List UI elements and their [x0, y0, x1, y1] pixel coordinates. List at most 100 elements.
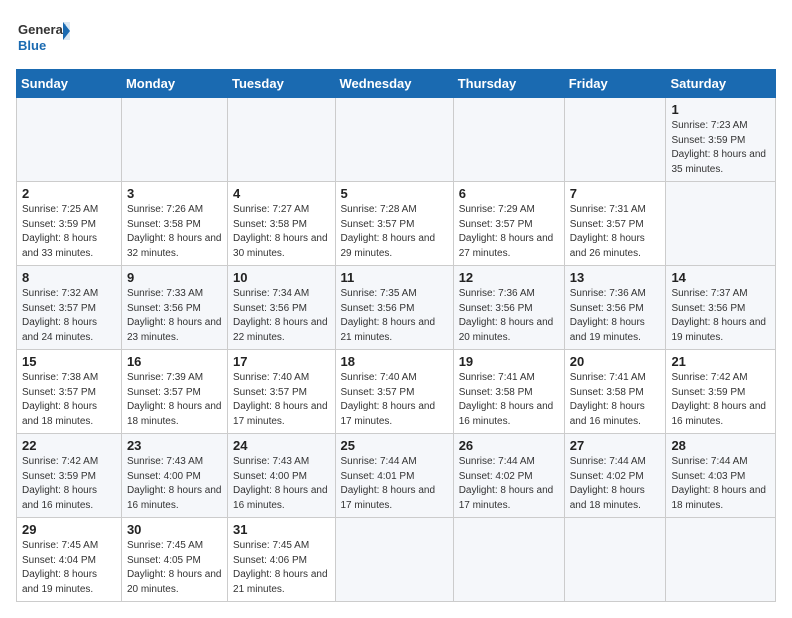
- calendar-cell: 29 Sunrise: 7:45 AMSunset: 4:04 PMDayligh…: [17, 518, 122, 602]
- day-number: 2: [22, 186, 116, 201]
- day-number: 25: [341, 438, 448, 453]
- calendar-cell: [228, 98, 335, 182]
- day-number: 28: [671, 438, 770, 453]
- day-number: 4: [233, 186, 329, 201]
- day-info: Sunrise: 7:41 AMSunset: 3:58 PMDaylight:…: [459, 371, 559, 429]
- day-info: Sunrise: 7:32 AMSunset: 3:57 PMDaylight:…: [22, 287, 116, 345]
- day-info: Sunrise: 7:37 AMSunset: 3:56 PMDaylight:…: [671, 287, 770, 345]
- calendar-week-row: 29 Sunrise: 7:45 AMSunset: 4:04 PMDayligh…: [17, 518, 776, 602]
- calendar-cell: [453, 98, 564, 182]
- day-header-wednesday: Wednesday: [335, 70, 453, 98]
- calendar-cell: 17 Sunrise: 7:40 AMSunset: 3:57 PMDayligh…: [228, 350, 335, 434]
- day-number: 10: [233, 270, 329, 285]
- calendar-cell: 16 Sunrise: 7:39 AMSunset: 3:57 PMDayligh…: [121, 350, 227, 434]
- day-info: Sunrise: 7:44 AMSunset: 4:02 PMDaylight:…: [570, 455, 661, 513]
- day-header-friday: Friday: [564, 70, 666, 98]
- day-number: 29: [22, 522, 116, 537]
- calendar-cell: 18 Sunrise: 7:40 AMSunset: 3:57 PMDayligh…: [335, 350, 453, 434]
- day-number: 26: [459, 438, 559, 453]
- calendar-cell: 9 Sunrise: 7:33 AMSunset: 3:56 PMDaylight…: [121, 266, 227, 350]
- day-number: 7: [570, 186, 661, 201]
- calendar-cell: 8 Sunrise: 7:32 AMSunset: 3:57 PMDaylight…: [17, 266, 122, 350]
- calendar-cell: 11Sunrise: 7:35 AMSunset: 3:56 PMDayligh…: [335, 266, 453, 350]
- calendar-cell: 1Sunrise: 7:23 AMSunset: 3:59 PMDaylight…: [666, 98, 776, 182]
- calendar-cell: [335, 518, 453, 602]
- calendar-week-row: 2 Sunrise: 7:25 AMSunset: 3:59 PMDaylight…: [17, 182, 776, 266]
- calendar-cell: 26 Sunrise: 7:44 AMSunset: 4:02 PMDayligh…: [453, 434, 564, 518]
- day-header-sunday: Sunday: [17, 70, 122, 98]
- day-number: 30: [127, 522, 222, 537]
- day-number: 3: [127, 186, 222, 201]
- day-number: 18: [341, 354, 448, 369]
- day-info: Sunrise: 7:36 AMSunset: 3:56 PMDaylight:…: [570, 287, 661, 345]
- day-info: Sunrise: 7:45 AMSunset: 4:04 PMDaylight:…: [22, 539, 116, 597]
- day-number: 21: [671, 354, 770, 369]
- calendar-cell: 14 Sunrise: 7:37 AMSunset: 3:56 PMDayligh…: [666, 266, 776, 350]
- calendar-cell: 12Sunrise: 7:36 AMSunset: 3:56 PMDayligh…: [453, 266, 564, 350]
- day-info: Sunrise: 7:39 AMSunset: 3:57 PMDaylight:…: [127, 371, 222, 429]
- day-header-thursday: Thursday: [453, 70, 564, 98]
- svg-text:General: General: [18, 22, 66, 37]
- day-number: 24: [233, 438, 329, 453]
- calendar-cell: 13 Sunrise: 7:36 AMSunset: 3:56 PMDayligh…: [564, 266, 666, 350]
- day-info: Sunrise: 7:40 AMSunset: 3:57 PMDaylight:…: [233, 371, 329, 429]
- day-number: 22: [22, 438, 116, 453]
- day-info: Sunrise: 7:42 AMSunset: 3:59 PMDaylight:…: [22, 455, 116, 513]
- day-info: Sunrise: 7:36 AMSunset: 3:56 PMDaylight:…: [459, 287, 559, 345]
- calendar-cell: [564, 518, 666, 602]
- day-number: 20: [570, 354, 661, 369]
- day-info: Sunrise: 7:23 AMSunset: 3:59 PMDaylight:…: [671, 119, 770, 177]
- day-info: Sunrise: 7:45 AMSunset: 4:05 PMDaylight:…: [127, 539, 222, 597]
- calendar-cell: 21Sunrise: 7:42 AMSunset: 3:59 PMDayligh…: [666, 350, 776, 434]
- calendar-cell: 31Sunrise: 7:45 AMSunset: 4:06 PMDayligh…: [228, 518, 335, 602]
- calendar-cell: 30 Sunrise: 7:45 AMSunset: 4:05 PMDayligh…: [121, 518, 227, 602]
- calendar-cell: [564, 98, 666, 182]
- day-info: Sunrise: 7:33 AMSunset: 3:56 PMDaylight:…: [127, 287, 222, 345]
- calendar-cell: 22 Sunrise: 7:42 AMSunset: 3:59 PMDayligh…: [17, 434, 122, 518]
- day-info: Sunrise: 7:44 AMSunset: 4:02 PMDaylight:…: [459, 455, 559, 513]
- calendar-cell: [335, 98, 453, 182]
- day-info: Sunrise: 7:35 AMSunset: 3:56 PMDaylight:…: [341, 287, 448, 345]
- day-number: 19: [459, 354, 559, 369]
- day-info: Sunrise: 7:38 AMSunset: 3:57 PMDaylight:…: [22, 371, 116, 429]
- calendar-cell: [666, 518, 776, 602]
- logo: General Blue: [16, 16, 71, 61]
- calendar-cell: 15Sunrise: 7:38 AMSunset: 3:57 PMDayligh…: [17, 350, 122, 434]
- calendar-cell: 3Sunrise: 7:26 AMSunset: 3:58 PMDaylight…: [121, 182, 227, 266]
- calendar-cell: 4 Sunrise: 7:27 AMSunset: 3:58 PMDaylight…: [228, 182, 335, 266]
- calendar-cell: 5Sunrise: 7:28 AMSunset: 3:57 PMDaylight…: [335, 182, 453, 266]
- calendar-week-row: 15Sunrise: 7:38 AMSunset: 3:57 PMDayligh…: [17, 350, 776, 434]
- day-number: 16: [127, 354, 222, 369]
- day-info: Sunrise: 7:43 AMSunset: 4:00 PMDaylight:…: [233, 455, 329, 513]
- day-info: Sunrise: 7:27 AMSunset: 3:58 PMDaylight:…: [233, 203, 329, 261]
- logo-svg: General Blue: [16, 16, 71, 61]
- calendar-cell: 24 Sunrise: 7:43 AMSunset: 4:00 PMDayligh…: [228, 434, 335, 518]
- day-number: 13: [570, 270, 661, 285]
- day-number: 14: [671, 270, 770, 285]
- day-info: Sunrise: 7:41 AMSunset: 3:58 PMDaylight:…: [570, 371, 661, 429]
- calendar-cell: 25Sunrise: 7:44 AMSunset: 4:01 PMDayligh…: [335, 434, 453, 518]
- day-header-monday: Monday: [121, 70, 227, 98]
- day-number: 17: [233, 354, 329, 369]
- svg-text:Blue: Blue: [18, 38, 46, 53]
- calendar-cell: 10 Sunrise: 7:34 AMSunset: 3:56 PMDayligh…: [228, 266, 335, 350]
- calendar-week-row: 22 Sunrise: 7:42 AMSunset: 3:59 PMDayligh…: [17, 434, 776, 518]
- calendar-cell: 27Sunrise: 7:44 AMSunset: 4:02 PMDayligh…: [564, 434, 666, 518]
- calendar-table: SundayMondayTuesdayWednesdayThursdayFrid…: [16, 69, 776, 602]
- calendar-cell: 20 Sunrise: 7:41 AMSunset: 3:58 PMDayligh…: [564, 350, 666, 434]
- day-info: Sunrise: 7:43 AMSunset: 4:00 PMDaylight:…: [127, 455, 222, 513]
- day-info: Sunrise: 7:40 AMSunset: 3:57 PMDaylight:…: [341, 371, 448, 429]
- day-number: 31: [233, 522, 329, 537]
- day-info: Sunrise: 7:31 AMSunset: 3:57 PMDaylight:…: [570, 203, 661, 261]
- calendar-cell: 19 Sunrise: 7:41 AMSunset: 3:58 PMDayligh…: [453, 350, 564, 434]
- calendar-cell: 7 Sunrise: 7:31 AMSunset: 3:57 PMDaylight…: [564, 182, 666, 266]
- calendar-cell: 6Sunrise: 7:29 AMSunset: 3:57 PMDaylight…: [453, 182, 564, 266]
- day-info: Sunrise: 7:34 AMSunset: 3:56 PMDaylight:…: [233, 287, 329, 345]
- calendar-cell: [666, 182, 776, 266]
- day-info: Sunrise: 7:25 AMSunset: 3:59 PMDaylight:…: [22, 203, 116, 261]
- calendar-cell: 2 Sunrise: 7:25 AMSunset: 3:59 PMDaylight…: [17, 182, 122, 266]
- day-number: 23: [127, 438, 222, 453]
- day-number: 9: [127, 270, 222, 285]
- day-number: 8: [22, 270, 116, 285]
- day-number: 6: [459, 186, 559, 201]
